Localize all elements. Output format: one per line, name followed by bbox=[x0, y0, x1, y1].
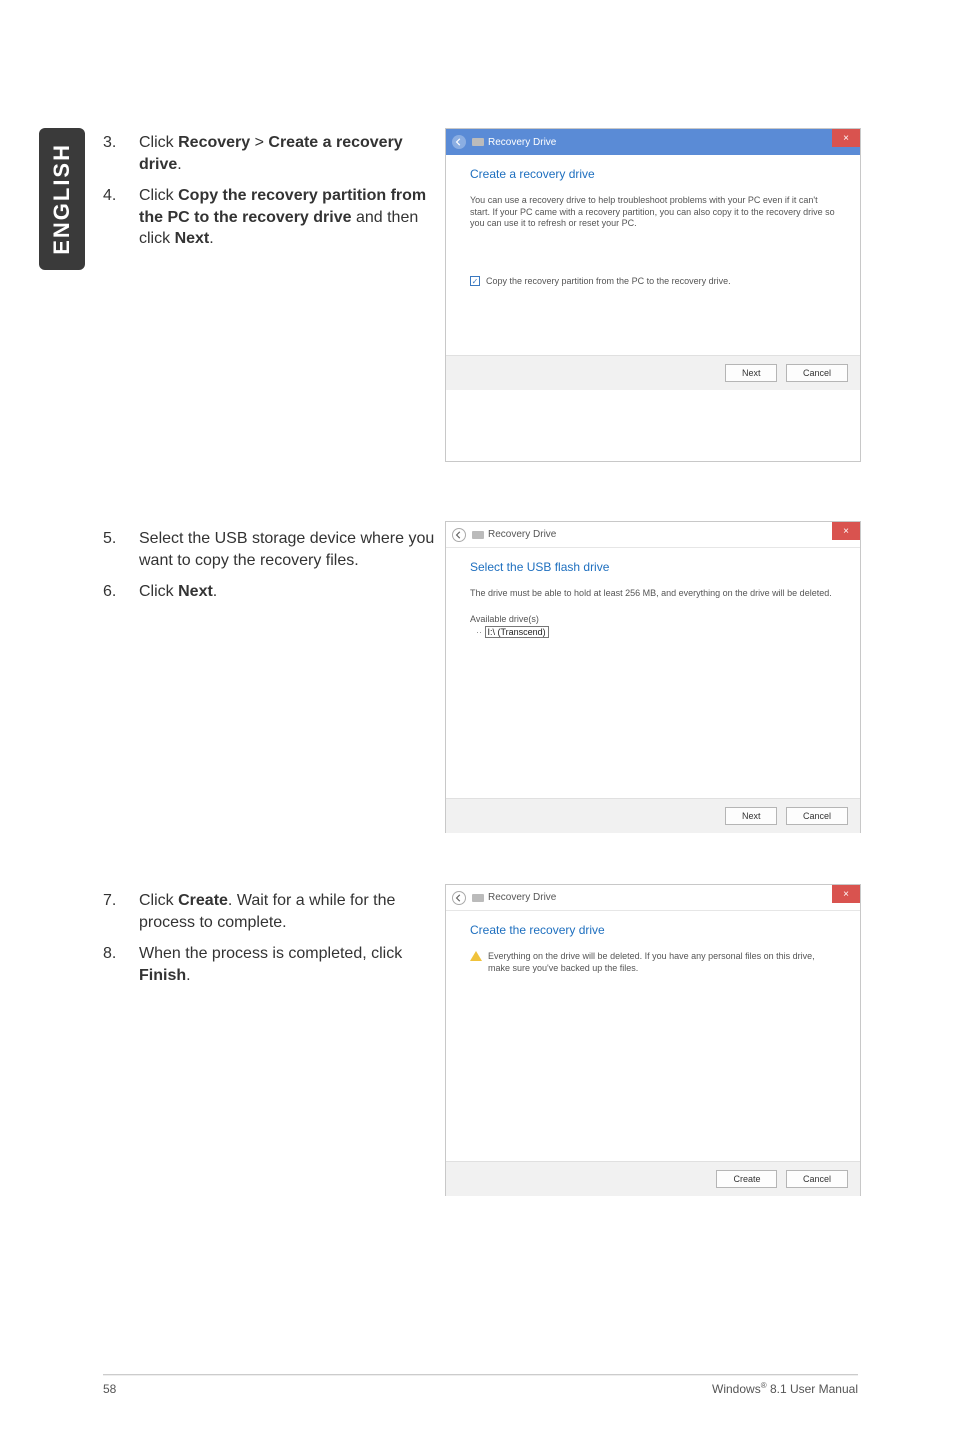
copy-partition-checkbox[interactable]: ✓ Copy the recovery partition from the P… bbox=[470, 276, 836, 286]
drive-icon bbox=[472, 531, 484, 539]
step-text: When the process is completed, click Fin… bbox=[139, 943, 438, 986]
step-3: 3. Click Recovery > Create a recovery dr… bbox=[103, 132, 438, 175]
dialog-text: The drive must be able to hold at least … bbox=[470, 588, 836, 600]
close-icon[interactable]: × bbox=[832, 885, 860, 903]
language-tab: ENGLISH bbox=[39, 128, 85, 270]
step-4: 4. Click Copy the recovery partition fro… bbox=[103, 185, 438, 250]
close-icon[interactable]: × bbox=[832, 129, 860, 147]
cancel-button[interactable]: Cancel bbox=[786, 1170, 848, 1188]
step-text: Click Copy the recovery partition from t… bbox=[139, 185, 438, 250]
dialog-title: Recovery Drive bbox=[488, 137, 556, 148]
step-text: Select the USB storage device where you … bbox=[139, 528, 438, 571]
step-6: 6. Click Next. bbox=[103, 581, 438, 603]
back-icon[interactable] bbox=[452, 528, 466, 542]
drive-list: ·· I:\ (Transcend) bbox=[470, 624, 836, 638]
recovery-drive-dialog-confirm: Recovery Drive × Create the recovery dri… bbox=[445, 884, 861, 1196]
close-icon[interactable]: × bbox=[832, 522, 860, 540]
step-text: Click Next. bbox=[139, 581, 438, 603]
dialog-titlebar[interactable]: Recovery Drive × bbox=[446, 885, 860, 911]
dialog-titlebar[interactable]: Recovery Drive × bbox=[446, 129, 860, 155]
cancel-button[interactable]: Cancel bbox=[786, 364, 848, 382]
drive-icon bbox=[472, 894, 484, 902]
create-button[interactable]: Create bbox=[716, 1170, 777, 1188]
dialog-heading: Create a recovery drive bbox=[470, 167, 836, 181]
dialog-body: Create the recovery drive Everything on … bbox=[446, 911, 860, 1161]
step-number: 6. bbox=[103, 581, 139, 603]
step-number: 7. bbox=[103, 890, 139, 933]
dialog-heading: Create the recovery drive bbox=[470, 923, 836, 937]
warning-icon bbox=[470, 951, 482, 961]
dialog-body: Create a recovery drive You can use a re… bbox=[446, 155, 860, 355]
drive-option[interactable]: I:\ (Transcend) bbox=[485, 626, 549, 638]
dialog-titlebar[interactable]: Recovery Drive × bbox=[446, 522, 860, 548]
step-number: 4. bbox=[103, 185, 139, 250]
page-number: 58 bbox=[103, 1382, 116, 1396]
dialog-footer: Create Cancel bbox=[446, 1161, 860, 1196]
instructions-block-2: 5. Select the USB storage device where y… bbox=[103, 528, 438, 613]
recovery-drive-dialog-select: Recovery Drive × Select the USB flash dr… bbox=[445, 521, 861, 833]
instructions-block-3: 7. Click Create. Wait for a while for th… bbox=[103, 890, 438, 996]
step-number: 8. bbox=[103, 943, 139, 986]
checkbox-icon: ✓ bbox=[470, 276, 480, 286]
next-button[interactable]: Next bbox=[725, 807, 778, 825]
recovery-drive-dialog-create: Recovery Drive × Create a recovery drive… bbox=[445, 128, 861, 462]
next-button[interactable]: Next bbox=[725, 364, 778, 382]
warning-text: Everything on the drive will be deleted.… bbox=[488, 951, 836, 974]
checkbox-label: Copy the recovery partition from the PC … bbox=[486, 276, 731, 286]
step-text: Click Create. Wait for a while for the p… bbox=[139, 890, 438, 933]
dialog-body: Select the USB flash drive The drive mus… bbox=[446, 548, 860, 798]
step-number: 5. bbox=[103, 528, 139, 571]
dialog-title: Recovery Drive bbox=[488, 892, 556, 903]
dialog-footer: Next Cancel bbox=[446, 798, 860, 833]
step-number: 3. bbox=[103, 132, 139, 175]
step-text: Click Recovery > Create a recovery drive… bbox=[139, 132, 438, 175]
cancel-button[interactable]: Cancel bbox=[786, 807, 848, 825]
footer-divider bbox=[103, 1374, 858, 1376]
dialog-heading: Select the USB flash drive bbox=[470, 560, 836, 574]
back-icon[interactable] bbox=[452, 891, 466, 905]
dialog-text: You can use a recovery drive to help tro… bbox=[470, 195, 836, 230]
step-8: 8. When the process is completed, click … bbox=[103, 943, 438, 986]
drive-icon bbox=[472, 138, 484, 146]
available-drives-label: Available drive(s) bbox=[470, 614, 836, 624]
back-icon[interactable] bbox=[452, 135, 466, 149]
dialog-footer: Next Cancel bbox=[446, 355, 860, 390]
step-7: 7. Click Create. Wait for a while for th… bbox=[103, 890, 438, 933]
warning-row: Everything on the drive will be deleted.… bbox=[470, 951, 836, 974]
dialog-title: Recovery Drive bbox=[488, 529, 556, 540]
language-tab-label: ENGLISH bbox=[49, 143, 75, 255]
instructions-block-1: 3. Click Recovery > Create a recovery dr… bbox=[103, 132, 438, 260]
manual-title: Windows® 8.1 User Manual bbox=[712, 1381, 858, 1396]
step-5: 5. Select the USB storage device where y… bbox=[103, 528, 438, 571]
